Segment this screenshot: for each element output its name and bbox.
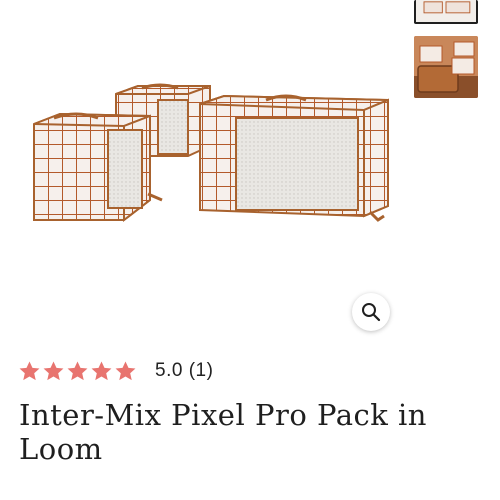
product-main-image[interactable] <box>20 60 400 260</box>
packing-cubes-thumbnail-icon <box>416 0 476 22</box>
cube-small <box>33 112 163 223</box>
star-icon <box>115 360 136 380</box>
star-icon <box>43 360 64 380</box>
star-icon <box>19 360 40 380</box>
rating-text: 5.0 (1) <box>155 360 214 381</box>
star-icon <box>67 360 88 380</box>
search-icon <box>362 303 381 322</box>
product-rating[interactable]: 5.0 (1) <box>18 356 213 386</box>
star-icon <box>91 360 112 380</box>
zoom-button[interactable] <box>352 293 390 331</box>
rating-stars <box>18 360 137 383</box>
thumbnail-packing-cubes[interactable] <box>414 0 478 24</box>
product-gallery <box>0 0 500 340</box>
product-title: Inter-Mix Pixel Pro Pack in Loom <box>19 398 427 466</box>
cube-large <box>199 94 389 222</box>
thumbnail-lifestyle[interactable] <box>414 36 478 98</box>
packing-cubes-lifestyle-thumbnail-icon <box>414 36 478 98</box>
